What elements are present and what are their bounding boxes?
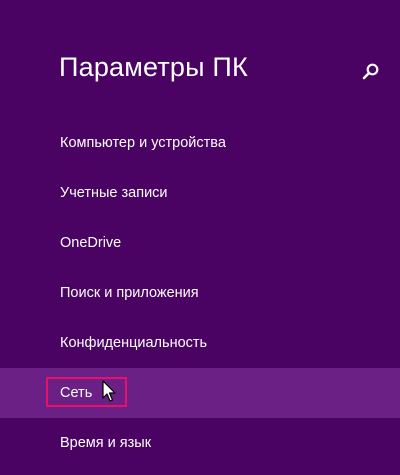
search-icon xyxy=(362,63,379,80)
settings-nav: Компьютер и устройства Учетные записи On… xyxy=(0,118,400,468)
nav-item-label: Компьютер и устройства xyxy=(60,135,226,151)
nav-item-label: Конфиденциальность xyxy=(60,335,208,351)
nav-item-privacy[interactable]: Конфиденциальность xyxy=(0,318,400,368)
nav-item-label: Поиск и приложения xyxy=(60,285,199,301)
nav-item-onedrive[interactable]: OneDrive xyxy=(0,218,400,268)
nav-item-computer-and-devices[interactable]: Компьютер и устройства xyxy=(0,118,400,168)
nav-item-accounts[interactable]: Учетные записи xyxy=(0,168,400,218)
nav-item-label: Учетные записи xyxy=(60,185,168,201)
nav-item-network[interactable]: Сеть xyxy=(0,368,400,418)
mouse-pointer-icon xyxy=(102,380,116,402)
nav-item-label: Время и язык xyxy=(60,435,152,451)
nav-item-label: Сеть xyxy=(60,385,93,401)
nav-item-label: OneDrive xyxy=(60,235,122,251)
nav-item-search-and-apps[interactable]: Поиск и приложения xyxy=(0,268,400,318)
search-button[interactable] xyxy=(358,60,382,84)
nav-item-time-and-language[interactable]: Время и язык xyxy=(0,418,400,468)
pc-settings-panel: Параметры ПК Компьютер и устройства Учет… xyxy=(0,0,400,475)
page-title: Параметры ПК xyxy=(59,52,248,82)
